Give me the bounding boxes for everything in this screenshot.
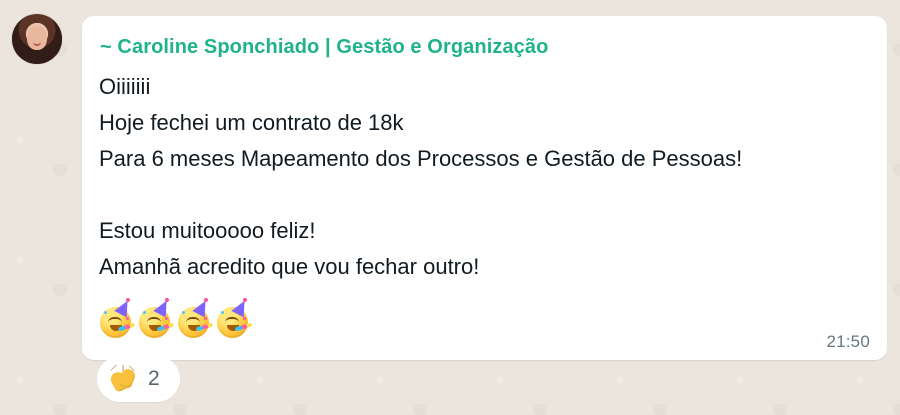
avatar-face bbox=[27, 26, 47, 50]
message-time: 21:50 bbox=[826, 332, 870, 351]
party-face-icon bbox=[217, 297, 253, 338]
message-bubble[interactable]: ~ Caroline Sponchiado | Gestão e Organiz… bbox=[82, 16, 887, 360]
message-line-1: Oiiiiiii bbox=[99, 74, 151, 99]
sender-avatar[interactable] bbox=[12, 14, 62, 64]
party-face-icon bbox=[100, 297, 136, 338]
reaction-count: 2 bbox=[148, 367, 160, 390]
message-line-6: Amanhã acredito que vou fechar outro! bbox=[99, 254, 480, 279]
message-line-3: Para 6 meses Mapeamento dos Processos e … bbox=[99, 146, 743, 171]
emoji-row bbox=[100, 297, 253, 338]
message-text: Oiiiiiii Hoje fechei um contrato de 18k … bbox=[99, 69, 869, 285]
message-line-spacer bbox=[99, 177, 869, 213]
reaction-chip[interactable]: 2 bbox=[97, 356, 180, 402]
message-line-5: Estou muitooooo feliz! bbox=[99, 218, 316, 243]
party-face-icon bbox=[139, 297, 175, 338]
message-line-2: Hoje fechei um contrato de 18k bbox=[99, 110, 404, 135]
sender-name[interactable]: ~ Caroline Sponchiado | Gestão e Organiz… bbox=[100, 35, 869, 59]
party-face-icon bbox=[178, 297, 214, 338]
clapping-hands-icon bbox=[108, 365, 138, 394]
